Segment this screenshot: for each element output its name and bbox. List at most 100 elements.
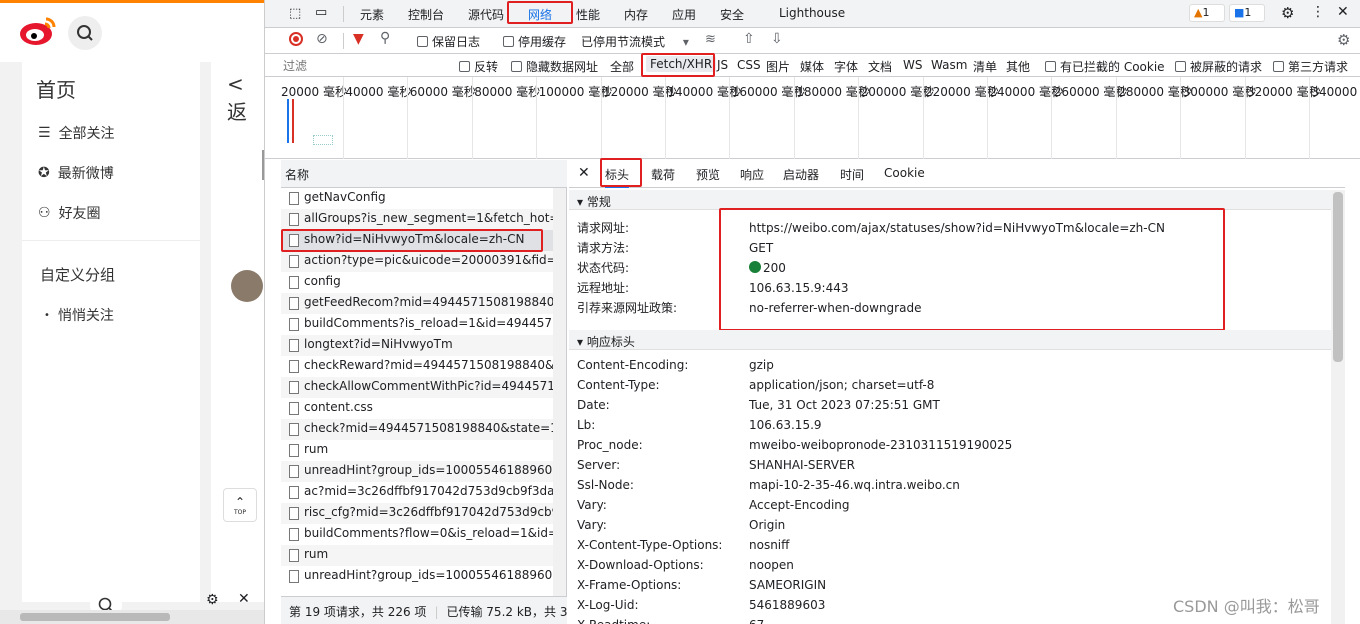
request-list-header[interactable]: 名称 bbox=[281, 160, 567, 188]
request-row[interactable]: unreadHint?group_ids=100055461889603,100… bbox=[281, 566, 566, 587]
header-value[interactable]: nosniff bbox=[749, 538, 789, 552]
request-row[interactable]: longtext?id=NiHvwyoTm bbox=[281, 335, 566, 356]
header-value[interactable]: Accept-Encoding bbox=[749, 498, 850, 512]
throttle-select[interactable]: 已停用节流模式 ▾ bbox=[581, 33, 689, 50]
filter-icon[interactable]: ▼ bbox=[353, 31, 364, 47]
settings-gear-icon[interactable]: ⚙ bbox=[206, 592, 219, 608]
network-conditions-icon[interactable]: ≋ bbox=[705, 32, 716, 47]
filter-ws[interactable]: WS bbox=[903, 58, 922, 72]
detail-scrollbar[interactable] bbox=[1331, 190, 1345, 624]
clear-icon[interactable]: ⊘ bbox=[316, 31, 328, 47]
request-row[interactable]: rum bbox=[281, 440, 566, 461]
tab-sources[interactable]: 源代码 bbox=[468, 6, 504, 23]
header-value[interactable]: 106.63.15.9 bbox=[749, 418, 822, 432]
weibo-logo-icon[interactable] bbox=[18, 13, 58, 47]
header-value[interactable]: Tue, 31 Oct 2023 07:25:51 GMT bbox=[749, 398, 940, 412]
header-value[interactable]: 200 bbox=[763, 261, 786, 275]
scroll-thumb[interactable] bbox=[1333, 192, 1343, 362]
request-row[interactable]: ac?mid=3c26dffbf917042d753d9cb9f3da5d61.… bbox=[281, 482, 566, 503]
third-party-checkbox[interactable]: 第三方请求 bbox=[1273, 58, 1348, 75]
scroll-thumb[interactable] bbox=[20, 613, 170, 621]
close-icon[interactable]: ✕ bbox=[1337, 4, 1349, 20]
group-item[interactable]: • 悄悄关注 bbox=[44, 305, 114, 325]
request-row[interactable]: content.css bbox=[281, 398, 566, 419]
filter-fetch-xhr[interactable]: Fetch/XHR bbox=[646, 56, 717, 72]
horizontal-scrollbar[interactable] bbox=[0, 610, 264, 624]
tab-performance[interactable]: 性能 bbox=[576, 6, 600, 23]
preserve-log-checkbox[interactable]: 保留日志 bbox=[417, 33, 480, 50]
tab-headers[interactable]: 标头 bbox=[605, 166, 630, 188]
filter-media[interactable]: 媒体 bbox=[800, 58, 824, 75]
invert-checkbox[interactable]: 反转 bbox=[459, 58, 498, 75]
request-list-scrollbar[interactable] bbox=[553, 188, 566, 596]
request-row[interactable]: getNavConfig bbox=[281, 188, 566, 209]
response-headers-section-header[interactable]: ▾ 响应标头 bbox=[569, 330, 1345, 350]
request-row[interactable]: config bbox=[281, 272, 566, 293]
header-value[interactable]: SAMEORIGIN bbox=[749, 578, 826, 592]
request-row[interactable]: buildComments?is_reload=1&id=49445715081… bbox=[281, 314, 566, 335]
nav-home[interactable]: 首页 bbox=[36, 74, 76, 103]
header-value[interactable]: mweibo-weibopronode-2310311519190025 bbox=[749, 438, 1012, 452]
header-value[interactable]: GET bbox=[749, 241, 773, 255]
filter-manifest[interactable]: 清单 bbox=[973, 58, 997, 75]
request-row[interactable]: rum bbox=[281, 545, 566, 566]
avatar[interactable] bbox=[231, 270, 263, 302]
tab-lighthouse[interactable]: Lighthouse bbox=[779, 6, 845, 20]
tab-cookies[interactable]: Cookie bbox=[884, 166, 925, 180]
filter-font[interactable]: 字体 bbox=[834, 58, 858, 75]
close-icon[interactable]: ✕ bbox=[238, 591, 250, 607]
header-value[interactable]: no-referrer-when-downgrade bbox=[749, 301, 921, 315]
import-har-icon[interactable]: ⇧ bbox=[743, 31, 755, 47]
tab-network[interactable]: 网络 bbox=[528, 6, 552, 23]
search-icon[interactable]: ⚲ bbox=[380, 30, 390, 46]
back-button[interactable]: < 返 bbox=[227, 72, 264, 125]
header-value[interactable]: noopen bbox=[749, 558, 794, 572]
tab-initiator[interactable]: 启动器 bbox=[783, 166, 819, 183]
nav-all-follow[interactable]: ☰ 全部关注 bbox=[38, 123, 115, 143]
inspect-icon[interactable]: ⬚ bbox=[289, 6, 301, 21]
header-value[interactable]: mapi-10-2-35-46.wq.intra.weibo.cn bbox=[749, 478, 960, 492]
request-row[interactable]: allGroups?is_new_segment=1&fetch_hot=1 bbox=[281, 209, 566, 230]
request-row[interactable]: getFeedRecom?mid=4944571508198840&mui... bbox=[281, 293, 566, 314]
header-value[interactable]: 67 bbox=[749, 618, 764, 624]
header-value[interactable]: Origin bbox=[749, 518, 785, 532]
warnings-badge[interactable]: ▲1 bbox=[1189, 4, 1225, 22]
filter-css[interactable]: CSS bbox=[737, 58, 761, 72]
request-row[interactable]: risc_cfg?mid=3c26dffbf917042d753d9cb9f3d… bbox=[281, 503, 566, 524]
request-row[interactable]: check?mid=4944571508198840&state=1&welf.… bbox=[281, 419, 566, 440]
tab-response[interactable]: 响应 bbox=[740, 166, 764, 183]
messages-badge[interactable]: ■1 bbox=[1229, 4, 1265, 22]
filter-wasm[interactable]: Wasm bbox=[931, 58, 967, 72]
blocked-cookies-checkbox[interactable]: 有已拦截的 Cookie bbox=[1045, 58, 1165, 75]
record-button[interactable] bbox=[289, 32, 303, 46]
blocked-requests-checkbox[interactable]: 被屏蔽的请求 bbox=[1175, 58, 1262, 75]
timeline-overview[interactable]: 20000 毫秒 40000 毫秒 60000 毫秒 80000 毫秒 100000 毫… bbox=[265, 77, 1360, 159]
tab-console[interactable]: 控制台 bbox=[408, 6, 444, 23]
close-detail-icon[interactable]: ✕ bbox=[578, 165, 590, 181]
nav-latest[interactable]: ✪ 最新微博 bbox=[38, 163, 114, 183]
settings-gear-icon[interactable]: ⚙ bbox=[1281, 4, 1294, 22]
filter-input[interactable] bbox=[283, 57, 447, 74]
tab-application[interactable]: 应用 bbox=[672, 6, 696, 23]
request-row[interactable]: checkReward?mid=4944571508198840&uid=3..… bbox=[281, 356, 566, 377]
search-button[interactable] bbox=[68, 16, 102, 50]
export-har-icon[interactable]: ⇩ bbox=[771, 31, 783, 47]
back-to-top-button[interactable]: ⌃ TOP bbox=[223, 488, 257, 522]
tab-timing[interactable]: 时间 bbox=[840, 166, 864, 183]
header-value[interactable]: SHANHAI-SERVER bbox=[749, 458, 855, 472]
disable-cache-checkbox[interactable]: 停用缓存 bbox=[503, 33, 566, 50]
general-section-header[interactable]: ▾ 常规 bbox=[569, 190, 1345, 210]
more-options-icon[interactable]: ⋮ bbox=[1311, 4, 1325, 20]
request-list[interactable]: getNavConfig allGroups?is_new_segment=1&f… bbox=[281, 188, 567, 596]
tab-security[interactable]: 安全 bbox=[720, 6, 744, 23]
filter-img[interactable]: 图片 bbox=[766, 58, 790, 75]
header-value[interactable]: https://weibo.com/ajax/statuses/show?id=… bbox=[749, 221, 1165, 235]
device-toggle-icon[interactable]: ▭ bbox=[315, 5, 327, 20]
request-row[interactable]: checkAllowCommentWithPic?id=49445715081.… bbox=[281, 377, 566, 398]
nav-friends[interactable]: ⚇ 好友圈 bbox=[38, 203, 101, 223]
tab-payload[interactable]: 载荷 bbox=[651, 166, 675, 183]
filter-js[interactable]: JS bbox=[717, 58, 728, 72]
tab-preview[interactable]: 预览 bbox=[696, 166, 720, 183]
header-value[interactable]: gzip bbox=[749, 358, 774, 372]
tab-memory[interactable]: 内存 bbox=[624, 6, 648, 23]
